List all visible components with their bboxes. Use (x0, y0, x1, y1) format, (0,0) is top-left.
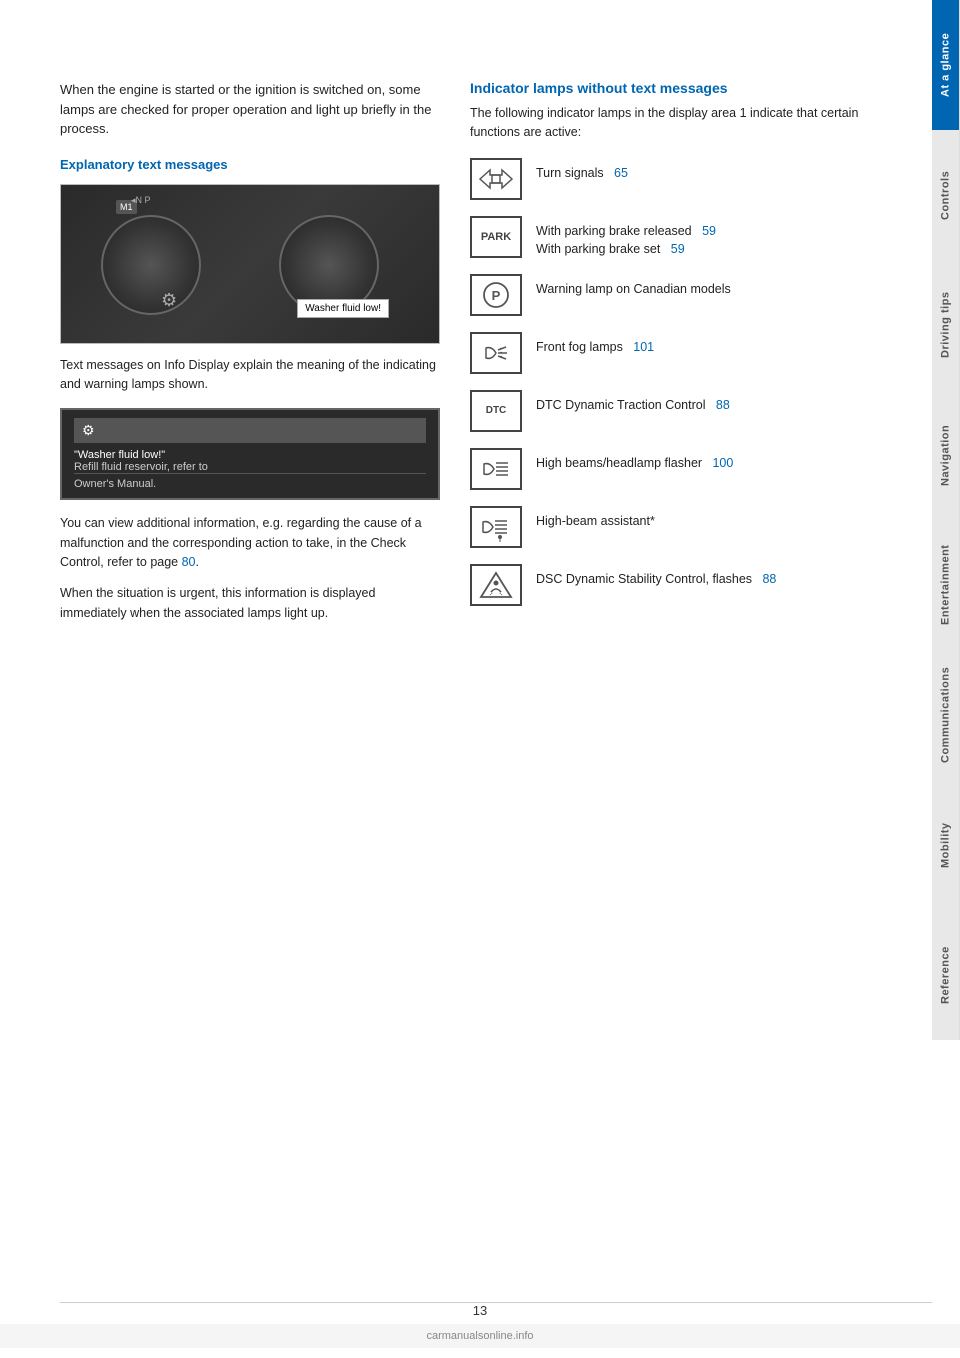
dtc-label: DTC Dynamic Traction Control 88 (536, 390, 730, 415)
indicator-high-beams: High beams/headlamp flasher 100 (470, 448, 892, 492)
dtc-icon: DTC (486, 405, 507, 416)
sidebar-tab-navigation[interactable]: Navigation (932, 390, 960, 520)
warning-canadian-label: Warning lamp on Canadian models (536, 274, 731, 299)
dtc-icon-box: DTC (470, 390, 522, 432)
high-beams-label: High beams/headlamp flasher 100 (536, 448, 733, 473)
park-label: With parking brake released 59 With park… (536, 216, 716, 260)
park-icon-box: PARK (470, 216, 522, 258)
info-display-header: ⚙ (74, 418, 426, 443)
dsc-icon-box (470, 564, 522, 606)
caption-text-1: Text messages on Info Display explain th… (60, 356, 440, 395)
indicator-subtitle: The following indicator lamps in the dis… (470, 104, 892, 142)
page-number: 13 (473, 1303, 487, 1318)
dsc-icon (478, 570, 514, 600)
page-bottom-line (60, 1302, 932, 1303)
washer-icon: ⚙ (161, 290, 177, 311)
high-beam-assistant-icon-box (470, 506, 522, 548)
sidebar-tab-controls[interactable]: Controls (932, 130, 960, 260)
sidebar-tab-entertainment[interactable]: Entertainment (932, 520, 960, 650)
front-fog-page-ref[interactable]: 101 (633, 340, 654, 354)
info-display-footer: Owner's Manual. (74, 473, 426, 490)
info-display-icon: ⚙ (82, 422, 95, 439)
svg-text:P: P (492, 288, 501, 303)
sidebar-tab-mobility[interactable]: Mobility (932, 780, 960, 910)
high-beams-icon-box (470, 448, 522, 490)
front-fog-icon-box (470, 332, 522, 374)
park-icon: PARK (481, 231, 511, 243)
dsc-page-ref[interactable]: 88 (762, 572, 776, 586)
indicator-park: PARK With parking brake released 59 With… (470, 216, 892, 260)
page-link-80[interactable]: 80 (182, 555, 196, 569)
washer-label: Washer fluid low! (297, 299, 389, 318)
high-beams-page-ref[interactable]: 100 (712, 456, 733, 470)
sidebar-tab-communications[interactable]: Communications (932, 650, 960, 780)
sidebar: At a glance Controls Driving tips Naviga… (932, 0, 960, 1358)
turn-signals-page-ref[interactable]: 65 (614, 166, 628, 180)
caption-text-3: When the situation is urgent, this infor… (60, 584, 440, 623)
indicator-turn-signals: Turn signals 65 (470, 158, 892, 202)
warning-canadian-icon-box: P (470, 274, 522, 316)
indicator-high-beam-assistant: High-beam assistant* (470, 506, 892, 550)
indicator-title: Indicator lamps without text messages (470, 80, 892, 96)
info-message-normal: Refill fluid reservoir, refer to (74, 461, 426, 473)
high-beam-assistant-label: High-beam assistant* (536, 506, 655, 531)
turn-signals-icon (478, 164, 514, 194)
indicator-dtc: DTC DTC Dynamic Traction Control 88 (470, 390, 892, 434)
high-beam-assistant-icon (478, 512, 514, 542)
gauge-left (101, 215, 201, 315)
park-set-page-ref[interactable]: 59 (671, 242, 685, 256)
dashboard-image: M1 ◂N P ⚙ Washer fluid low! (60, 184, 440, 344)
info-message-bold: "Washer fluid low!" (74, 449, 426, 461)
carmanuals-footer: carmanualsonline.info (0, 1324, 960, 1348)
sidebar-tab-driving-tips[interactable]: Driving tips (932, 260, 960, 390)
indicator-dsc: DSC Dynamic Stability Control, flashes 8… (470, 564, 892, 608)
indicator-front-fog: Front fog lamps 101 (470, 332, 892, 376)
caption-text-2: You can view additional information, e.g… (60, 514, 440, 572)
sidebar-tab-at-a-glance[interactable]: At a glance (932, 0, 960, 130)
explanatory-title: Explanatory text messages (60, 157, 440, 172)
info-display-box: ⚙ "Washer fluid low!" Refill fluid reser… (60, 408, 440, 500)
front-fog-label: Front fog lamps 101 (536, 332, 654, 357)
indicator-warning-canadian: P Warning lamp on Canadian models (470, 274, 892, 318)
sidebar-tab-reference[interactable]: Reference (932, 910, 960, 1040)
turn-signals-icon-box (470, 158, 522, 200)
np-label: ◂N P (131, 195, 151, 206)
front-fog-icon (478, 338, 514, 368)
dtc-page-ref[interactable]: 88 (716, 398, 730, 412)
dsc-label: DSC Dynamic Stability Control, flashes 8… (536, 564, 776, 589)
warning-p-icon: P (478, 280, 514, 310)
park-released-page-ref[interactable]: 59 (702, 224, 716, 238)
high-beams-icon (478, 454, 514, 484)
intro-paragraph: When the engine is started or the igniti… (60, 80, 440, 139)
turn-signals-label: Turn signals 65 (536, 158, 628, 183)
